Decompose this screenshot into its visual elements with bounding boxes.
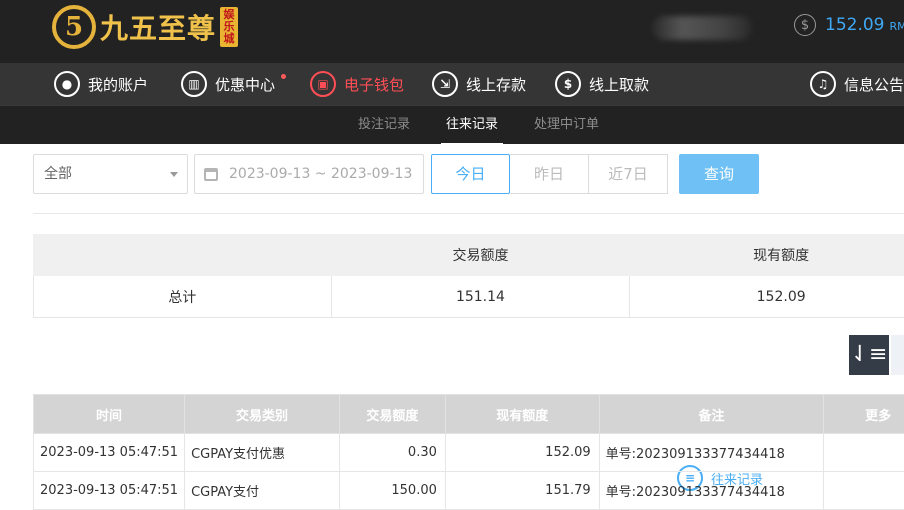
balance-display: $ 152.09 RMB: [794, 14, 904, 36]
cell-time: 2023-09-13 05:47:51: [34, 434, 185, 472]
cell-more[interactable]: [824, 434, 904, 472]
summary-table: 交易额度 现有额度 总计 151.14 152.09: [33, 234, 904, 318]
sort-asc-icon[interactable]: ⇂: [891, 335, 904, 375]
cell-note: 单号:202309133377434418: [599, 434, 824, 472]
cell-amount: 150.00: [339, 472, 445, 510]
col-note[interactable]: 备注: [599, 395, 824, 434]
username-blurred[interactable]: [652, 16, 752, 40]
quick-7days-button[interactable]: 近7日: [589, 154, 668, 194]
summary-current-total: 152.09: [630, 276, 904, 318]
summary-header-row: 交易额度 现有额度: [34, 235, 904, 276]
tab-transaction-records[interactable]: 往来记录: [446, 106, 498, 145]
nav-item-e-wallet[interactable]: ▣ 电子钱包: [310, 63, 404, 105]
logo-badge: 娱乐城: [220, 7, 238, 47]
date-range-value: 2023-09-13 ~ 2023-09-13: [229, 166, 412, 182]
logo-mark: 5: [52, 5, 96, 49]
cell-type: CGPAY支付: [185, 472, 340, 510]
nav-label: 线上取款: [589, 74, 649, 95]
nav-item-my-account[interactable]: ● 我的账户: [54, 63, 148, 105]
table-row: 2023-09-13 05:47:51 CGPAY支付 150.00 151.7…: [34, 472, 904, 510]
cell-balance: 151.79: [445, 472, 599, 510]
cell-time: 2023-09-13 05:47:51: [34, 472, 185, 510]
nav-item-announcements[interactable]: ♫ 信息公告: [810, 63, 904, 105]
sub-nav: 投注记录 往来记录 处理中订单: [0, 105, 904, 144]
summary-transaction-total: 151.14: [331, 276, 630, 318]
gift-icon: ▥: [181, 71, 207, 97]
main-nav: ● 我的账户 ▥ 优惠中心 ▣ 电子钱包 ⇲ 线上存款 $ 线上取款 ≡ 往来记…: [0, 63, 904, 105]
user-icon: ●: [54, 71, 80, 97]
nav-label: 信息公告: [844, 74, 904, 95]
cell-more[interactable]: [824, 472, 904, 510]
wallet-icon: ▣: [310, 71, 336, 97]
summary-header-blank: [34, 235, 332, 276]
tab-bet-records[interactable]: 投注记录: [358, 106, 410, 145]
query-button[interactable]: 查询: [679, 154, 759, 194]
summary-total-row: 总计 151.14 152.09: [34, 276, 904, 318]
col-amount[interactable]: 交易额度: [339, 395, 445, 434]
type-select[interactable]: 全部: [33, 154, 188, 194]
col-time[interactable]: 时间: [34, 395, 185, 434]
calendar-icon: [204, 168, 218, 181]
nav-label: 我的账户: [88, 74, 148, 95]
caret-down-icon: [170, 172, 178, 177]
notification-dot: [281, 74, 286, 79]
nav-label: 线上存款: [466, 74, 526, 95]
cell-amount: 0.30: [339, 434, 445, 472]
col-more[interactable]: 更多: [824, 395, 904, 434]
nav-item-promotions[interactable]: ▥ 优惠中心: [181, 63, 286, 105]
dollar-icon: $: [794, 14, 816, 36]
bell-icon: ♫: [810, 71, 836, 97]
table-row: 2023-09-13 05:47:51 CGPAY支付优惠 0.30 152.0…: [34, 434, 904, 472]
cell-type: CGPAY支付优惠: [185, 434, 340, 472]
site-logo[interactable]: 5 九五至尊 娱乐城: [52, 2, 238, 52]
nav-label: 优惠中心: [215, 74, 275, 95]
top-header: 5 九五至尊 娱乐城 $ 152.09 RMB: [0, 0, 904, 63]
cell-note: 单号:202309133377434418: [599, 472, 824, 510]
nav-item-online-deposit[interactable]: ⇲ 线上存款: [432, 63, 526, 105]
type-select-value: 全部: [44, 166, 72, 182]
cell-balance: 152.09: [445, 434, 599, 472]
tab-pending-orders[interactable]: 处理中订单: [534, 106, 599, 145]
divider: [33, 213, 904, 214]
quick-today-button[interactable]: 今日: [431, 154, 510, 194]
filter-bar: 全部 2023-09-13 ~ 2023-09-13 今日 昨日 近7日 查询: [33, 154, 904, 194]
records-table: 时间 交易类别 交易额度 现有额度 备注 更多 2023-09-13 05:47…: [33, 394, 904, 510]
quick-yesterday-button[interactable]: 昨日: [510, 154, 589, 194]
sort-desc-icon[interactable]: ⇃≡: [849, 335, 889, 375]
summary-header-transaction: 交易额度: [331, 235, 630, 276]
nav-item-online-withdraw[interactable]: $ 线上取款: [555, 63, 649, 105]
logo-name: 九五至尊: [100, 7, 216, 47]
summary-header-current: 现有额度: [630, 235, 904, 276]
deposit-icon: ⇲: [432, 71, 458, 97]
withdraw-icon: $: [555, 71, 581, 97]
col-balance[interactable]: 现有额度: [445, 395, 599, 434]
nav-label: 电子钱包: [344, 74, 404, 95]
balance-amount: 152.09: [825, 15, 884, 35]
summary-total-label: 总计: [34, 276, 332, 318]
balance-currency: RMB: [889, 20, 904, 33]
records-header-row: 时间 交易类别 交易额度 现有额度 备注 更多: [34, 395, 904, 434]
date-range-input[interactable]: 2023-09-13 ~ 2023-09-13: [194, 154, 424, 194]
sort-controls: ⇃≡ ⇂: [849, 335, 904, 375]
col-type[interactable]: 交易类别: [185, 395, 340, 434]
